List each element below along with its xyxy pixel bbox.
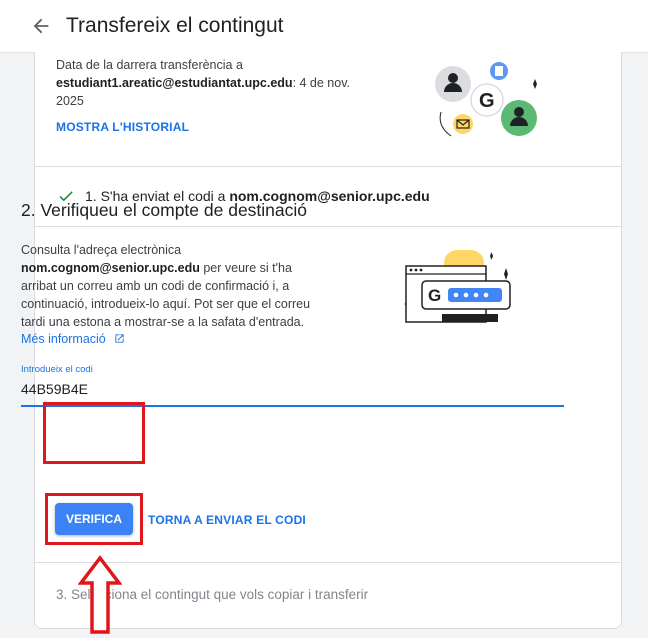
svg-text:G: G: [479, 90, 495, 112]
page-title: Transfereix el contingut: [66, 14, 284, 37]
highlight-verify-box: [45, 493, 143, 545]
code-field[interactable]: Introdueix el codi: [21, 357, 564, 407]
consult-prefix: Consulta l'adreça electrònica: [21, 243, 182, 257]
open-in-new-icon: [115, 334, 124, 343]
last-transfer-section: Data de la darrera transferència a estud…: [35, 52, 621, 167]
highlight-code-box: [43, 402, 145, 464]
code-input[interactable]: [21, 381, 421, 397]
step2-title: 2. Verifiqueu el compte de destinació: [21, 200, 308, 220]
verification-code-illustration: G: [404, 250, 511, 323]
show-history-link[interactable]: MOSTRA L'HISTORIAL: [56, 120, 189, 134]
last-transfer-prefix: Data de la darrera transferència a: [56, 58, 243, 72]
top-bar: Transfereix el contingut: [0, 0, 648, 53]
resend-code-link[interactable]: TORNA A ENVIAR EL CODI: [148, 513, 306, 527]
svg-text:G: G: [428, 286, 441, 305]
step2-instructions: Consulta l'adreça electrònica nom.cognom…: [21, 241, 321, 331]
more-info-label: Més informació: [21, 332, 106, 346]
code-field-label: Introdueix el codi: [21, 364, 93, 375]
arrow-up-icon: [78, 555, 122, 634]
more-info-link[interactable]: Més informació: [21, 332, 125, 346]
destination-email: nom.cognom@senior.upc.edu: [21, 261, 200, 275]
arrow-back-icon[interactable]: [30, 15, 52, 37]
account-transfer-illustration: G: [435, 62, 537, 137]
last-transfer-email: estudiant1.areatic@estudiantat.upc.edu: [56, 76, 293, 90]
last-transfer-info: Data de la darrera transferència a estud…: [56, 56, 356, 110]
